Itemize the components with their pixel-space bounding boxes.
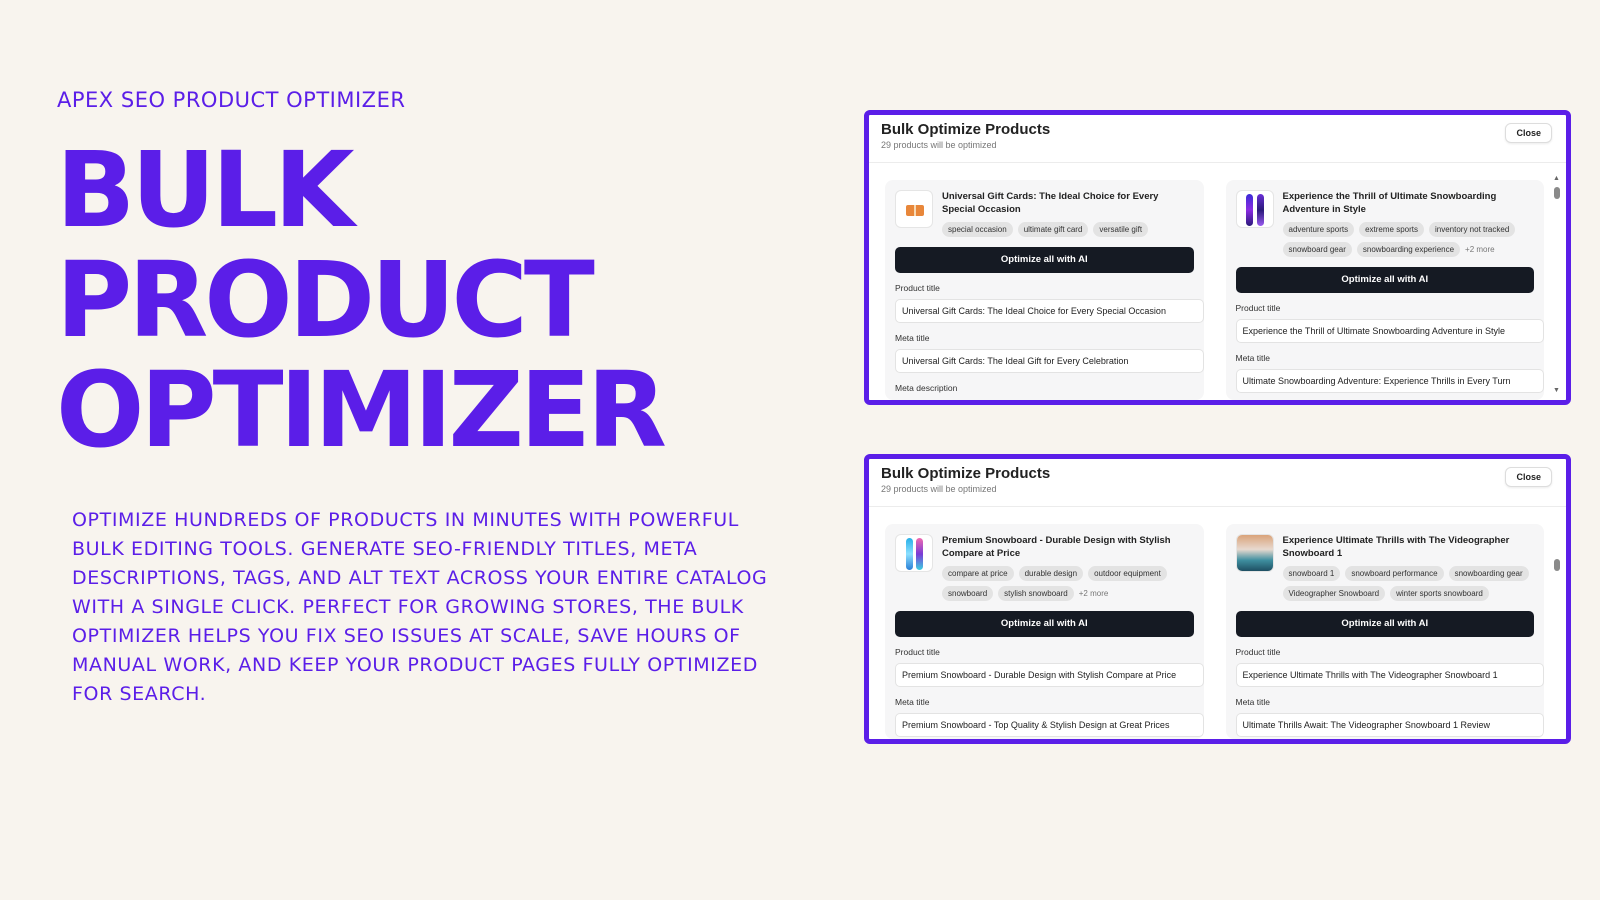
scroll-thumb[interactable] <box>1554 187 1560 199</box>
modal-body: Universal Gift Cards: The Ideal Choice f… <box>869 164 1566 400</box>
snowboard-photo-icon <box>1235 534 1274 572</box>
product-title-label: Product title <box>895 647 940 657</box>
modal-header: Bulk Optimize Products 29 products will … <box>869 459 1566 507</box>
meta-title-label: Meta title <box>1235 697 1271 707</box>
tag-chip: inventory not tracked <box>1429 222 1516 237</box>
tag-chip: special occasion <box>942 222 1013 237</box>
modal-body: Premium Snowboard - Durable Design with … <box>869 508 1566 739</box>
more-tags-label[interactable]: +2 more <box>1465 245 1495 254</box>
tag-chip: snowboard gear <box>1282 242 1352 257</box>
tag-chip: adventure sports <box>1282 222 1355 237</box>
product-title-input[interactable]: Universal Gift Cards: The Ideal Choice f… <box>895 299 1204 323</box>
tag-chip: snowboard performance <box>1345 566 1444 581</box>
product-title-input[interactable]: Premium Snowboard - Durable Design with … <box>895 663 1204 687</box>
product-name: Universal Gift Cards: The Ideal Choice f… <box>942 191 1159 215</box>
product-card: Experience Ultimate Thrills with The Vid… <box>1225 524 1544 739</box>
meta-description-label: Meta description <box>895 383 958 393</box>
meta-title-label: Meta title <box>895 333 930 343</box>
description-text: Optimize hundreds of products in minutes… <box>72 509 768 705</box>
hero-title: BULK PRODUCT OPTIMIZER <box>56 129 667 471</box>
product-name: Experience the Thrill of Ultimate Snowbo… <box>1282 191 1497 215</box>
optimize-all-button[interactable]: Optimize all with AI <box>1235 267 1534 293</box>
scroll-thumb[interactable] <box>1554 559 1560 571</box>
screenshot-bulk-optimize-2: Bulk Optimize Products 29 products will … <box>864 454 1571 744</box>
tag-chip: ultimate gift card <box>1017 222 1089 237</box>
hero-title-line: BULK <box>56 129 355 251</box>
tag-chip: Videographer Snowboard <box>1282 586 1386 601</box>
scrollbar[interactable]: ▲ ▼ <box>1553 175 1560 394</box>
meta-title-input[interactable]: Ultimate Thrills Await: The Videographer… <box>1235 713 1544 737</box>
modal-title: Bulk Optimize Products <box>881 121 1051 138</box>
modal-header: Bulk Optimize Products 29 products will … <box>869 115 1566 163</box>
snowboard-icon <box>895 534 933 572</box>
close-button[interactable]: Close <box>1505 123 1552 143</box>
hero-title-line: OPTIMIZER <box>56 349 667 471</box>
tag-chip: snowboard <box>942 586 994 601</box>
tag-list: adventure sports extreme sports inventor… <box>1282 222 1535 257</box>
close-button[interactable]: Close <box>1505 467 1552 487</box>
more-tags-label[interactable]: +2 more <box>1079 589 1109 598</box>
meta-title-label: Meta title <box>1235 353 1271 363</box>
modal-subtitle: 29 products will be optimized <box>881 484 997 494</box>
scroll-up-icon[interactable]: ▲ <box>1553 175 1560 182</box>
tag-chip: snowboarding gear <box>1448 566 1529 581</box>
product-title-input[interactable]: Experience Ultimate Thrills with The Vid… <box>1235 663 1544 687</box>
modal-subtitle: 29 products will be optimized <box>881 140 997 150</box>
tag-chip: snowboarding experience <box>1356 242 1461 257</box>
tag-chip: versatile gift <box>1093 222 1149 237</box>
product-name: Experience Ultimate Thrills with The Vid… <box>1282 535 1510 559</box>
tag-list: snowboard 1 snowboard performance snowbo… <box>1282 566 1535 601</box>
screenshot-bulk-optimize-1: Bulk Optimize Products 29 products will … <box>864 110 1571 405</box>
scroll-down-icon[interactable]: ▼ <box>1553 387 1560 394</box>
product-name: Premium Snowboard - Durable Design with … <box>942 535 1171 559</box>
tag-chip: snowboard 1 <box>1282 566 1341 581</box>
meta-title-input[interactable]: Ultimate Snowboarding Adventure: Experie… <box>1235 369 1544 393</box>
hero-title-line: PRODUCT <box>56 239 595 361</box>
meta-title-input[interactable]: Universal Gift Cards: The Ideal Gift for… <box>895 349 1204 373</box>
tag-chip: outdoor equipment <box>1088 566 1167 581</box>
product-card: Experience the Thrill of Ultimate Snowbo… <box>1225 180 1544 400</box>
product-card: Universal Gift Cards: The Ideal Choice f… <box>885 180 1204 400</box>
product-title-input[interactable]: Experience the Thrill of Ultimate Snowbo… <box>1235 319 1544 343</box>
snowboard-icon <box>1235 190 1274 228</box>
product-title-label: Product title <box>895 283 940 293</box>
modal-title: Bulk Optimize Products <box>881 465 1051 482</box>
tag-chip: extreme sports <box>1359 222 1424 237</box>
optimize-all-button[interactable]: Optimize all with AI <box>895 611 1194 637</box>
optimize-all-button[interactable]: Optimize all with AI <box>895 247 1194 273</box>
tag-chip: durable design <box>1018 566 1084 581</box>
product-card: Premium Snowboard - Durable Design with … <box>885 524 1204 739</box>
gift-card-icon <box>895 190 933 228</box>
product-title-label: Product title <box>1235 303 1281 313</box>
tag-list: compare at price durable design outdoor … <box>942 566 1194 601</box>
product-title-label: Product title <box>1235 647 1281 657</box>
meta-title-label: Meta title <box>895 697 930 707</box>
tag-chip: compare at price <box>942 566 1014 581</box>
optimize-all-button[interactable]: Optimize all with AI <box>1235 611 1534 637</box>
eyebrow-label: APEX SEO PRODUCT OPTIMIZER <box>57 88 406 112</box>
scrollbar[interactable] <box>1554 519 1560 733</box>
tag-chip: stylish snowboard <box>998 586 1074 601</box>
tag-chip: winter sports snowboard <box>1390 586 1489 601</box>
tag-list: special occasion ultimate gift card vers… <box>942 222 1194 237</box>
meta-title-input[interactable]: Premium Snowboard - Top Quality & Stylis… <box>895 713 1204 737</box>
